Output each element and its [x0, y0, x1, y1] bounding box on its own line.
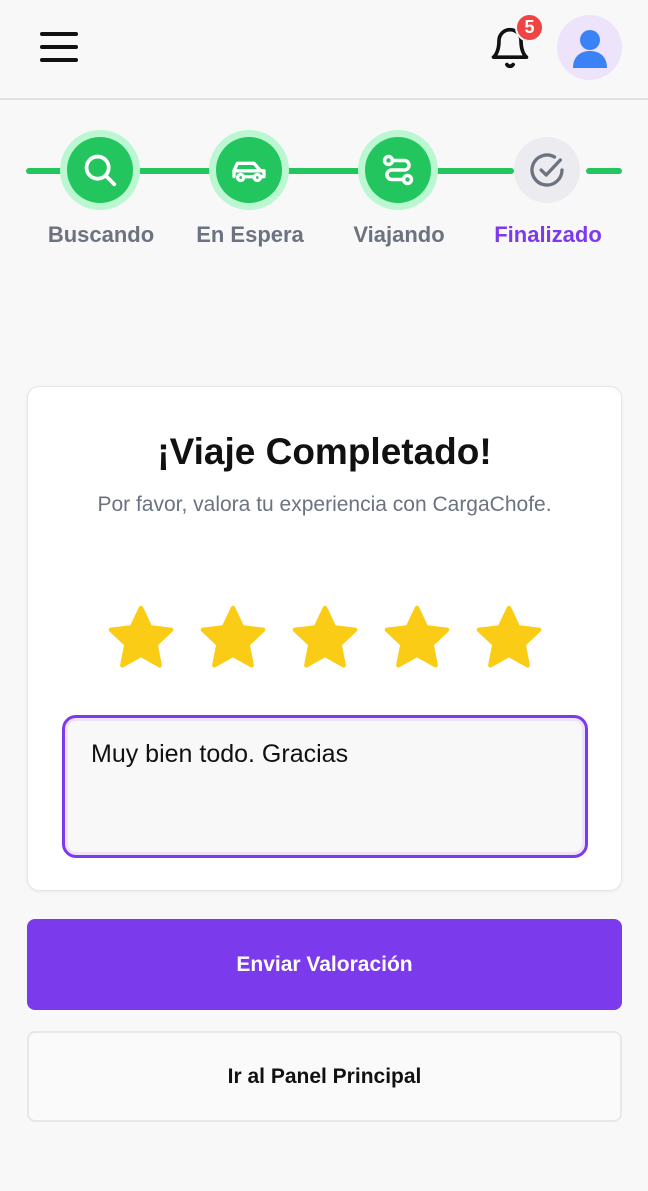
menu-icon-bar [40, 32, 78, 36]
check-circle-icon [530, 153, 564, 187]
avatar[interactable] [557, 15, 622, 80]
app-header: 5 [0, 0, 648, 100]
rating-card: ¡Viaje Completado! Por favor, valora tu … [27, 386, 622, 891]
card-subtitle: Por favor, valora tu experiencia con Car… [97, 493, 552, 516]
progress-line [434, 168, 514, 174]
car-icon [232, 161, 266, 183]
star-icon-1[interactable] [103, 601, 179, 677]
step-viajando [358, 130, 438, 210]
progress-line [586, 168, 622, 174]
user-icon [572, 29, 607, 68]
star-icon-5[interactable] [471, 601, 547, 677]
go-to-dashboard-button[interactable]: Ir al Panel Principal [27, 1031, 622, 1122]
star-rating [28, 601, 621, 681]
star-icon-3[interactable] [287, 601, 363, 677]
progress-line [138, 168, 214, 174]
step-label-finalizado: Finalizado [494, 222, 602, 247]
menu-icon-bar [40, 58, 78, 62]
search-icon [84, 154, 117, 187]
card-title: ¡Viaje Completado! [157, 431, 492, 472]
trip-progress-stepper: Buscando En Espera Viajando Finalizado [0, 120, 648, 260]
submit-rating-button[interactable]: Enviar Valoración [27, 919, 622, 1010]
step-finalizado [507, 130, 587, 210]
step-buscando [60, 130, 140, 210]
menu-icon-bar [40, 45, 78, 49]
notification-badge: 5 [515, 13, 544, 42]
step-en-espera [209, 130, 289, 210]
star-icon-2[interactable] [195, 601, 271, 677]
comment-textarea[interactable]: Muy bien todo. Gracias [62, 715, 588, 858]
route-icon [382, 154, 414, 186]
step-label-buscando: Buscando [47, 222, 155, 247]
star-icon-4[interactable] [379, 601, 455, 677]
menu-button[interactable] [40, 32, 78, 62]
progress-line [286, 168, 362, 174]
step-label-en-espera: En Espera [196, 222, 304, 247]
step-label-viajando: Viajando [353, 222, 445, 247]
